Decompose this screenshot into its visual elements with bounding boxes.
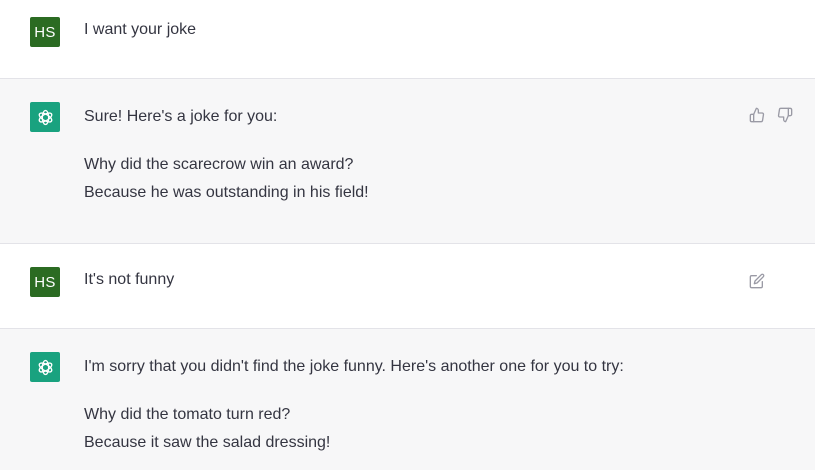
assistant-message-content: Sure! Here's a joke for you: Why did the…: [84, 103, 715, 207]
message-content: I want your joke: [84, 16, 715, 44]
joke-answer: Because he was outstanding in his field!: [84, 184, 369, 201]
joke-question: Why did the scarecrow win an award?: [84, 156, 354, 173]
assistant-avatar: [30, 102, 60, 132]
edit-message-button[interactable]: [749, 273, 765, 289]
message-text: It's not funny: [84, 271, 175, 288]
thumbs-up-button[interactable]: [749, 107, 765, 123]
user-avatar: HS: [30, 17, 60, 47]
joke-question: Why did the tomato turn red?: [84, 406, 291, 423]
joke-answer: Because it saw the salad dressing!: [84, 434, 331, 451]
assistant-avatar: [30, 352, 60, 382]
message-intro: Sure! Here's a joke for you:: [84, 108, 278, 125]
assistant-message-content: I'm sorry that you didn't find the joke …: [84, 353, 715, 457]
user-avatar: HS: [30, 267, 60, 297]
thumbs-down-button[interactable]: [777, 107, 793, 123]
feedback-actions: [749, 107, 793, 123]
openai-logo-icon: [38, 359, 52, 375]
joke-text: Why did the scarecrow win an award? Beca…: [84, 151, 715, 207]
openai-logo-icon: [38, 109, 52, 125]
message-text: I want your joke: [84, 21, 197, 38]
conversation-thread: HS I want your joke Sure! Here's a joke …: [0, 0, 815, 470]
joke-text: Why did the tomato turn red? Because it …: [84, 401, 715, 457]
assistant-message: I'm sorry that you didn't find the joke …: [0, 329, 815, 470]
message-intro: I'm sorry that you didn't find the joke …: [84, 358, 624, 375]
thumbs-down-icon: [777, 107, 793, 123]
user-message: HS I want your joke: [0, 0, 815, 79]
edit-icon: [749, 273, 765, 289]
user-message: HS It's not funny: [0, 244, 815, 329]
assistant-message: Sure! Here's a joke for you: Why did the…: [0, 79, 815, 244]
avatar-initials: HS: [34, 273, 56, 291]
avatar-initials: HS: [34, 23, 56, 41]
message-content: It's not funny: [84, 266, 715, 294]
edit-actions: [749, 273, 765, 289]
thumbs-up-icon: [749, 107, 765, 123]
